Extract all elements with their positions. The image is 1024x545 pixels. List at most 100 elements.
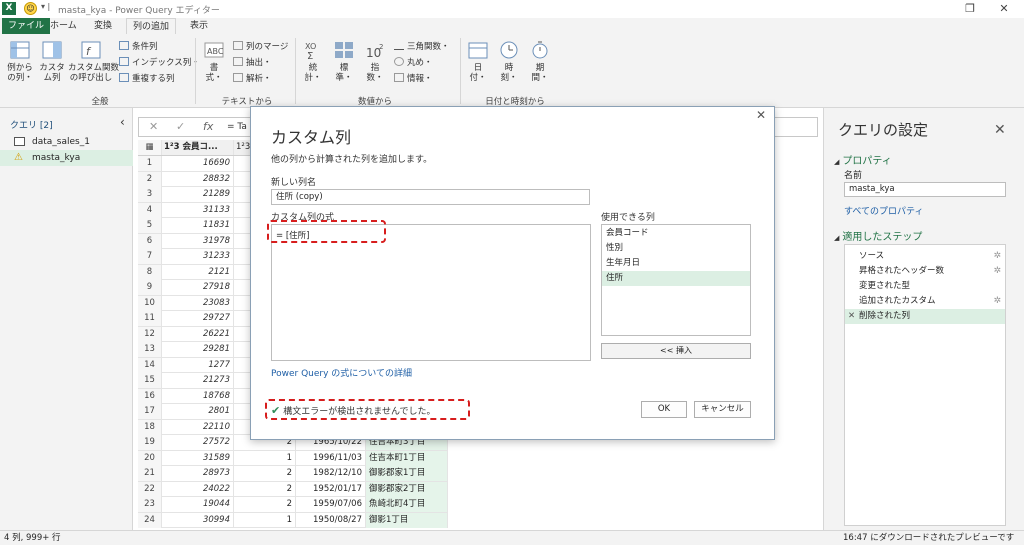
query-item[interactable]: data_sales_1 xyxy=(0,134,133,150)
tab-file[interactable]: ファイル xyxy=(2,18,51,34)
rounding-button[interactable]: 丸め・ xyxy=(394,57,433,69)
table-row[interactable]: 21 28973 2 1982/12/10 御影郡家1丁目 xyxy=(138,466,448,482)
gear-icon[interactable]: ✲ xyxy=(993,249,1001,264)
member-code-cell: 28973 xyxy=(162,466,234,481)
gender-cell: 2 xyxy=(234,481,296,497)
standard-button[interactable]: 標 準・ xyxy=(330,40,358,83)
address-cell: 御影郡家1丁目 xyxy=(366,466,448,481)
invoke-custom-function-button[interactable]: f カスタム関数 の呼び出し xyxy=(68,40,119,83)
birthdate-cell: 1959/07/06 xyxy=(296,497,366,512)
conditional-column-button[interactable]: 条件列 xyxy=(119,41,158,53)
address-cell: 御影郡家2丁目 xyxy=(366,481,448,497)
quick-access-dropdown-icon[interactable]: ▾ | xyxy=(41,2,50,11)
group-separator xyxy=(195,38,196,104)
statistics-button[interactable]: XO Σ 統 計・ xyxy=(299,40,327,83)
column-from-examples-button[interactable]: 例から の列・ xyxy=(4,40,36,83)
formula-confirm-icon[interactable]: ✓ xyxy=(176,120,185,133)
custom-column-button[interactable]: カスタ ム列 xyxy=(38,40,66,83)
applied-step[interactable]: 変更された型 xyxy=(845,279,1005,294)
close-pane-icon[interactable]: ✕ xyxy=(994,122,1006,138)
restore-icon[interactable]: ❐ xyxy=(960,2,980,15)
birthdate-cell: 1996/11/03 xyxy=(296,450,366,466)
column-header[interactable]: 1²3 会員コ... xyxy=(162,140,234,155)
row-number: 2 xyxy=(138,171,162,187)
query-item[interactable]: ⚠ masta_kya xyxy=(0,150,133,166)
dialog-close-icon[interactable]: ✕ xyxy=(756,108,766,122)
custom-column-dialog: ✕ カスタム列 他の列から計算された列を追加します。 新しい列名 住所 (cop… xyxy=(250,106,775,440)
applied-step[interactable]: 追加されたカスタム ✲ xyxy=(845,294,1005,309)
step-label: 昇格されたヘッダー数 xyxy=(859,266,945,276)
duplicate-column-button[interactable]: 重複する列 xyxy=(119,73,175,85)
birthdate-cell: 1952/01/17 xyxy=(296,481,366,497)
gear-icon[interactable]: ✲ xyxy=(993,294,1001,309)
format-button[interactable]: ABC 書 式・ xyxy=(200,40,228,83)
merge-columns-button[interactable]: 列のマージ xyxy=(233,41,288,53)
close-window-icon[interactable]: ✕ xyxy=(994,2,1014,15)
formula-cancel-icon[interactable]: ✕ xyxy=(149,120,158,133)
query-name-input[interactable]: masta_kya xyxy=(844,182,1006,197)
member-code-cell: 1277 xyxy=(162,357,234,373)
svg-text:Σ: Σ xyxy=(307,51,313,60)
applied-steps-list: ソース ✲ 昇格されたヘッダー数 ✲ 変更された型追加されたカスタム ✲ ✕ 削除された列 xyxy=(844,244,1006,526)
gear-icon[interactable]: ✲ xyxy=(993,264,1001,279)
tab-transform[interactable]: 変換 xyxy=(88,18,118,34)
calendar-icon xyxy=(467,40,489,60)
duration-button[interactable]: 期 間・ xyxy=(527,40,553,83)
available-column-item[interactable]: 性別 xyxy=(602,241,750,256)
row-number: 12 xyxy=(138,326,162,342)
tab-home[interactable]: ホーム xyxy=(44,18,83,34)
information-button[interactable]: 情報・ xyxy=(394,73,433,85)
table-icon xyxy=(14,137,25,146)
stopwatch-icon xyxy=(529,40,551,60)
tab-view[interactable]: 表示 xyxy=(184,18,214,34)
trigonometry-button[interactable]: 三角関数・ xyxy=(394,41,450,53)
collapse-pane-icon[interactable]: ‹ xyxy=(120,115,125,129)
table-row[interactable]: 24 30994 1 1950/08/27 御影1丁目 xyxy=(138,512,448,528)
all-properties-link[interactable]: すべてのプロパティ xyxy=(844,204,923,217)
member-code-cell: 21273 xyxy=(162,373,234,388)
parse-button[interactable]: 解析・ xyxy=(233,73,272,85)
custom-formula-editor[interactable]: = [住所] xyxy=(271,224,591,361)
excel-icon: X xyxy=(2,2,16,15)
scientific-button[interactable]: 10 2 指 数・ xyxy=(361,40,389,83)
applied-step[interactable]: 昇格されたヘッダー数 ✲ xyxy=(845,264,1005,279)
table-row[interactable]: 20 31589 1 1996/11/03 住吉本町1丁目 xyxy=(138,450,448,466)
birthdate-cell: 1950/08/27 xyxy=(296,512,366,528)
available-column-item[interactable]: 住所 xyxy=(602,271,750,286)
applied-step[interactable]: ソース ✲ xyxy=(845,249,1005,264)
cancel-button[interactable]: キャンセル xyxy=(694,401,751,418)
member-code-cell: 28832 xyxy=(162,171,234,187)
extract-button[interactable]: 抽出・ xyxy=(233,57,272,69)
index-column-button[interactable]: インデックス列・ xyxy=(119,57,200,69)
new-column-name-input[interactable]: 住所 (copy) xyxy=(271,189,590,205)
member-code-cell: 27572 xyxy=(162,435,234,450)
formula-help-link[interactable]: Power Query の式についての詳細 xyxy=(271,366,412,379)
tab-add-column[interactable]: 列の追加 xyxy=(126,18,177,34)
member-code-cell: 2121 xyxy=(162,264,234,280)
table-row[interactable]: 23 19044 2 1959/07/06 魚崎北町4丁目 xyxy=(138,497,448,513)
delete-step-icon[interactable]: ✕ xyxy=(848,309,855,324)
available-columns-list: 会員コード 性別 生年月日 住所 xyxy=(601,224,751,336)
insert-button[interactable]: << 挿入 xyxy=(601,343,751,359)
available-column-item[interactable]: 生年月日 xyxy=(602,256,750,271)
member-code-cell: 23083 xyxy=(162,295,234,311)
information-icon xyxy=(394,73,404,82)
available-column-item[interactable]: 会員コード xyxy=(602,226,750,241)
time-button[interactable]: 時 刻・ xyxy=(496,40,522,83)
table-row[interactable]: 22 24022 2 1952/01/17 御影郡家2丁目 xyxy=(138,481,448,497)
step-label: 変更された型 xyxy=(859,281,911,291)
row-number: 17 xyxy=(138,404,162,419)
properties-section[interactable]: プロパティ xyxy=(834,152,891,167)
statistics-icon: XO Σ xyxy=(302,40,324,62)
table-menu-icon[interactable]: ▦ xyxy=(138,140,162,155)
date-button[interactable]: 日 付・ xyxy=(465,40,491,83)
applied-step[interactable]: ✕ 削除された列 xyxy=(845,309,1005,324)
applied-steps-section[interactable]: 適用したステップ xyxy=(834,228,922,243)
formula-highlight-annotation xyxy=(267,220,386,243)
format-text-icon: ABC xyxy=(203,40,225,60)
row-number: 24 xyxy=(138,512,162,528)
new-column-name-label: 新しい列名 xyxy=(271,178,317,188)
ok-button[interactable]: OK xyxy=(641,401,687,418)
smiley-icon[interactable]: ☺ xyxy=(24,2,37,15)
member-code-cell: 24022 xyxy=(162,481,234,497)
